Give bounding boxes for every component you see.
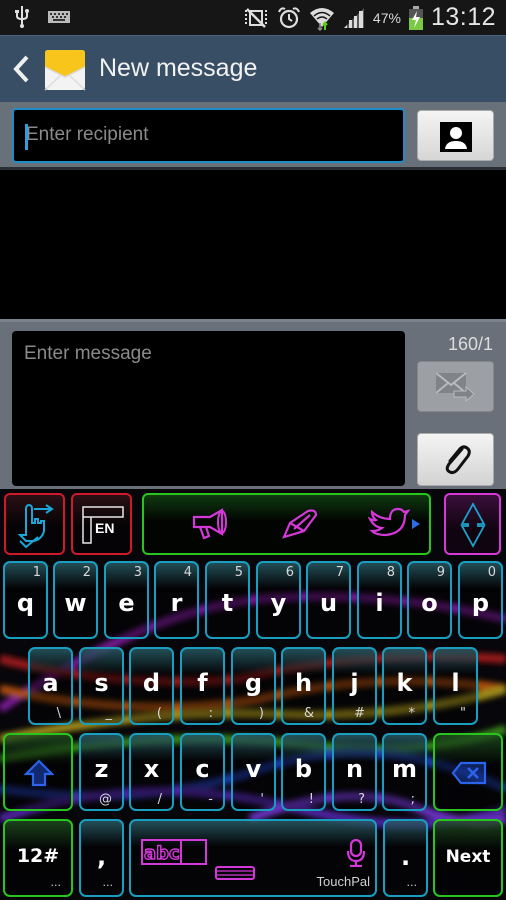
language-label: EN [95, 520, 115, 536]
key-c[interactable]: c- [180, 733, 225, 811]
add-contact-button[interactable] [417, 110, 494, 161]
comma-key[interactable]: , ... [79, 819, 124, 897]
twitter-bird-icon[interactable] [368, 507, 410, 541]
alarm-icon [277, 6, 300, 28]
keyboard-brand: TouchPal [316, 874, 370, 889]
key-o[interactable]: 9o [407, 561, 452, 639]
space-bar-icon [215, 866, 255, 880]
keyboard-icon [48, 11, 70, 23]
recipient-placeholder: Enter recipient [26, 124, 149, 145]
message-thread-area [0, 170, 506, 319]
key-a[interactable]: a \ [28, 647, 73, 725]
key-j[interactable]: j # [332, 647, 377, 725]
recipient-input[interactable]: Enter recipient [12, 108, 405, 163]
hide-keyboard-icon [460, 502, 486, 548]
key-y[interactable]: 6y [256, 561, 301, 639]
chevron-left-icon[interactable] [10, 54, 32, 84]
contact-icon [440, 122, 472, 152]
key-t[interactable]: 5t [205, 561, 250, 639]
key-u[interactable]: 7u [306, 561, 351, 639]
page-title: New message [99, 54, 258, 82]
touchpal-keyboard: EN 1q 2w 3e 4r 5t 6y 7u 8i 9o 0p a \ s _… [0, 489, 506, 900]
key-g[interactable]: g) [231, 647, 276, 725]
plugin-bar [142, 493, 431, 555]
gesture-button[interactable] [4, 493, 65, 555]
microphone-icon[interactable] [346, 839, 366, 867]
wifi-icon [309, 7, 334, 31]
mute-vibrate-icon [244, 7, 267, 28]
key-f[interactable]: f: [180, 647, 225, 725]
abc-mode-icon: abc [141, 839, 207, 865]
next-key[interactable]: Next [433, 819, 503, 897]
key-b[interactable]: b! [281, 733, 326, 811]
space-bar[interactable]: abc TouchPal [129, 819, 377, 897]
gesture-icon [17, 503, 54, 549]
key-p[interactable]: 0p [458, 561, 503, 639]
key-i[interactable]: 8i [357, 561, 402, 639]
usb-icon [15, 6, 29, 28]
hide-keyboard-button[interactable] [444, 493, 501, 555]
send-button[interactable] [417, 361, 494, 412]
clock: 13:12 [430, 3, 496, 31]
action-bar: New message [0, 35, 506, 102]
symbols-key[interactable]: 12# ... [3, 819, 73, 897]
key-s[interactable]: s _ [79, 647, 124, 725]
signal-icon [343, 7, 364, 28]
battery-percent: 47% [372, 9, 401, 26]
key-z[interactable]: z @ [79, 733, 124, 811]
svg-text:abc: abc [144, 843, 180, 864]
message-input[interactable]: Enter message [12, 331, 405, 486]
pen-icon[interactable] [280, 507, 320, 541]
key-w[interactable]: 2w [53, 561, 98, 639]
recipient-row: Enter recipient [0, 102, 506, 170]
character-counter: 160/1 [447, 334, 493, 354]
key-e[interactable]: 3e [104, 561, 149, 639]
scroll-right-icon[interactable] [412, 519, 420, 529]
envelope-icon [44, 50, 86, 91]
shift-arrow-icon [24, 759, 54, 787]
key-l[interactable]: l " [433, 647, 478, 725]
key-n[interactable]: n? [332, 733, 377, 811]
key-x[interactable]: x / [129, 733, 174, 811]
backspace-icon [451, 761, 487, 785]
battery-charging-icon [408, 5, 423, 30]
megaphone-icon[interactable] [190, 507, 230, 541]
key-k[interactable]: k * [382, 647, 427, 725]
key-v[interactable]: v ' [231, 733, 276, 811]
text-cursor [25, 124, 28, 150]
key-r[interactable]: 4r [154, 561, 199, 639]
key-h[interactable]: h & [281, 647, 326, 725]
status-bar: 47% 13:12 [0, 0, 506, 35]
send-message-icon [436, 372, 475, 403]
key-m[interactable]: m; [382, 733, 427, 811]
key-q[interactable]: 1q [3, 561, 48, 639]
paperclip-icon [445, 445, 471, 475]
language-button[interactable]: EN [71, 493, 132, 555]
backspace-key[interactable] [433, 733, 503, 811]
message-placeholder: Enter message [24, 343, 152, 364]
period-key[interactable]: . ... [383, 819, 428, 897]
shift-key[interactable] [3, 733, 73, 811]
key-d[interactable]: d( [129, 647, 174, 725]
attach-button[interactable] [417, 433, 494, 486]
compose-row: Enter message 160/1 [0, 319, 506, 489]
